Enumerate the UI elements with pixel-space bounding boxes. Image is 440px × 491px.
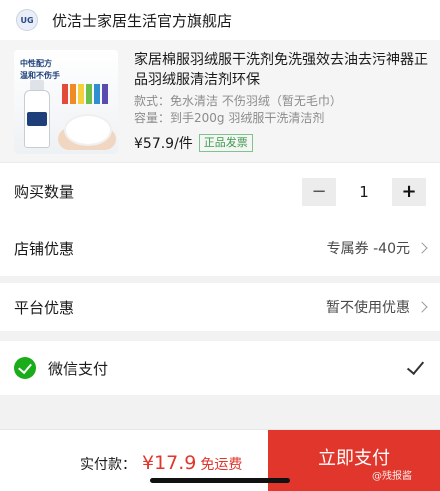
ph-strips-shape <box>62 84 108 104</box>
payment-method-row[interactable]: 微信支付 <box>0 341 440 395</box>
pay-amount: ¥17.9 <box>142 452 197 474</box>
quantity-row: 购买数量 − 1 + <box>0 162 440 220</box>
product-spec-capacity: 容量：到手200g 羽绒服干洗清洁剂 <box>134 111 325 125</box>
store-logo-text: UG <box>20 15 34 25</box>
foam-shape <box>66 116 110 144</box>
chevron-right-icon <box>416 301 428 313</box>
product-price: ¥57.9/件 <box>134 136 193 152</box>
chevron-right-icon <box>416 242 428 254</box>
price-line: ¥57.9/件 正品发票 <box>134 133 430 153</box>
pay-label: 实付款： <box>80 457 136 473</box>
product-image-caption-line1: 中性配方 <box>20 59 52 68</box>
platform-discount-value-text: 暂不使用优惠 <box>326 300 410 316</box>
free-shipping-label: 免运费 <box>200 457 243 473</box>
platform-discount-row[interactable]: 平台优惠 暂不使用优惠 <box>0 283 440 331</box>
product-image-caption: 中性配方 温和不伤手 <box>20 58 60 82</box>
product-title[interactable]: 家居棉服羽绒服干洗剂免洗强效去油去污神器正品羽绒服清洁剂环保 <box>134 50 430 90</box>
watermark: @残报酱 <box>372 471 412 482</box>
quantity-value[interactable]: 1 <box>336 183 392 201</box>
product-info: 家居棉服羽绒服干洗剂免洗强效去油去污神器正品羽绒服清洁剂环保 款式：免水清洁 不… <box>134 50 430 153</box>
invoice-badge: 正品发票 <box>198 134 253 152</box>
pay-now-button[interactable]: 立即支付 <box>268 430 440 491</box>
section-divider <box>0 276 440 283</box>
bottle-label-shape <box>27 112 47 126</box>
shop-discount-label: 店铺优惠 <box>14 239 75 258</box>
shop-discount-value[interactable]: 专属券 -40元 <box>326 238 428 258</box>
home-indicator[interactable] <box>150 478 290 483</box>
platform-discount-label: 平台优惠 <box>14 298 75 317</box>
increase-button[interactable]: + <box>392 177 426 206</box>
product-image[interactable]: 中性配方 温和不伤手 <box>14 50 118 154</box>
decrease-button[interactable]: − <box>302 177 336 206</box>
product-spec-style: 款式：免水清洁 不伤羽绒（暂无毛巾） <box>134 94 342 108</box>
platform-discount-value[interactable]: 暂不使用优惠 <box>326 297 428 317</box>
payment-method-label: 微信支付 <box>48 359 109 378</box>
store-header[interactable]: UG 优洁士家居生活官方旗舰店 <box>0 0 440 40</box>
pay-summary: 实付款： ¥17.9 免运费 <box>80 452 242 474</box>
wechat-pay-icon <box>14 357 36 379</box>
quantity-label: 购买数量 <box>14 183 75 201</box>
shop-discount-row[interactable]: 店铺优惠 专属券 -40元 <box>0 220 440 276</box>
checkmark-icon <box>406 356 425 376</box>
store-name[interactable]: 优洁士家居生活官方旗舰店 <box>52 10 232 31</box>
quantity-stepper[interactable]: − 1 + <box>302 177 426 206</box>
section-divider <box>0 331 440 341</box>
store-logo: UG <box>16 9 38 31</box>
product-card[interactable]: 中性配方 温和不伤手 家居棉服羽绒服干洗剂免洗强效去油去污神器正品羽绒服清洁剂环… <box>0 40 440 162</box>
shop-discount-value-text: 专属券 -40元 <box>326 241 410 257</box>
